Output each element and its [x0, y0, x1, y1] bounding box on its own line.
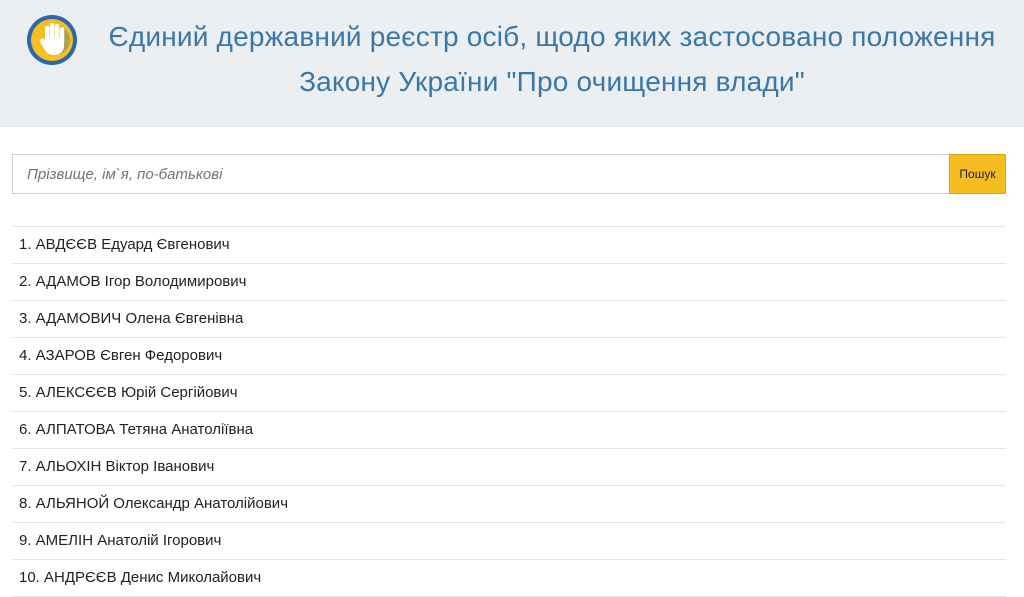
hand-stop-logo-icon: [27, 15, 77, 65]
list-item[interactable]: 6. АЛПАТОВА Тетяна Анатоліївна: [12, 412, 1006, 449]
list-item[interactable]: 3. АДАМОВИЧ Олена Євгенівна: [12, 301, 1006, 338]
list-item-link[interactable]: 7. АЛЬОХІН Віктор Іванович: [19, 458, 214, 475]
list-item-link[interactable]: 1. АВДЄЄВ Едуард Євгенович: [19, 236, 230, 253]
search-button[interactable]: Пошук: [949, 154, 1006, 194]
page-title: Єдиний державний реєстр осіб, щодо яких …: [108, 21, 996, 97]
list-item[interactable]: 1. АВДЄЄВ Едуард Євгенович: [12, 227, 1006, 264]
list-item-link[interactable]: 9. АМЕЛІН Анатолій Ігорович: [19, 532, 221, 549]
list-item-link[interactable]: 2. АДАМОВ Ігор Володимирович: [19, 273, 246, 290]
list-item-link[interactable]: 8. АЛЬЯНОЙ Олександр Анатолійович: [19, 495, 288, 512]
list-item[interactable]: 5. АЛЕКСЄЄВ Юрій Сергійович: [12, 375, 1006, 412]
list-item-link[interactable]: 4. АЗАРОВ Євген Федорович: [19, 347, 222, 364]
list-item-link[interactable]: 3. АДАМОВИЧ Олена Євгенівна: [19, 310, 243, 327]
list-item-link[interactable]: 5. АЛЕКСЄЄВ Юрій Сергійович: [19, 384, 238, 401]
search-input[interactable]: [12, 154, 949, 194]
list-item[interactable]: 10. АНДРЄЄВ Денис Миколайович: [12, 560, 1006, 597]
list-item[interactable]: 7. АЛЬОХІН Віктор Іванович: [12, 449, 1006, 486]
list-item-link[interactable]: 10. АНДРЄЄВ Денис Миколайович: [19, 569, 261, 586]
search-bar: Пошук: [12, 154, 1006, 194]
list-item[interactable]: 2. АДАМОВ Ігор Володимирович: [12, 264, 1006, 301]
page-header: Єдиний державний реєстр осіб, щодо яких …: [0, 0, 1024, 127]
results-list: 1. АВДЄЄВ Едуард Євгенович 2. АДАМОВ Іго…: [12, 226, 1006, 597]
list-item[interactable]: 8. АЛЬЯНОЙ Олександр Анатолійович: [12, 486, 1006, 523]
list-item-link[interactable]: 6. АЛПАТОВА Тетяна Анатоліївна: [19, 421, 253, 438]
list-item[interactable]: 4. АЗАРОВ Євген Федорович: [12, 338, 1006, 375]
list-item[interactable]: 9. АМЕЛІН Анатолій Ігорович: [12, 523, 1006, 560]
